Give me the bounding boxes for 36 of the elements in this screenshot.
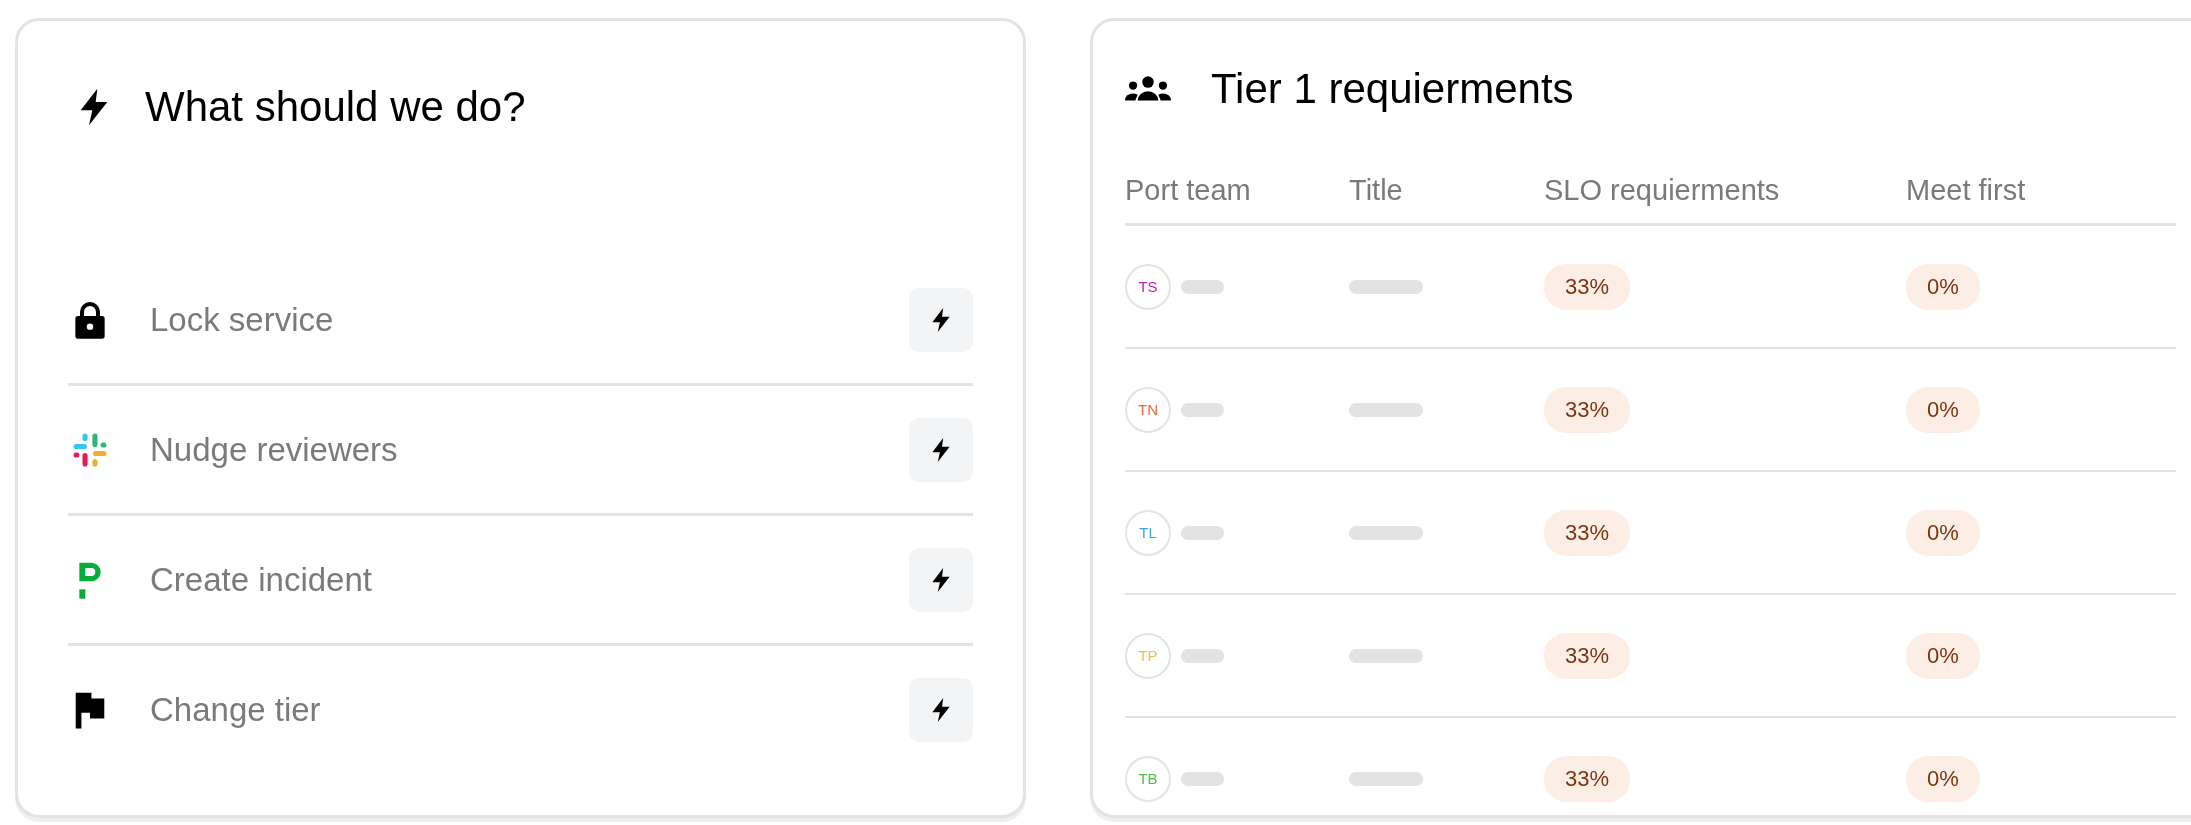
placeholder-bar — [1181, 771, 1224, 786]
placeholder-bar — [1181, 402, 1224, 417]
column-header: SLO requierments — [1544, 173, 1781, 207]
team-avatar: TN — [1125, 386, 1171, 433]
action-label: Create incident — [150, 560, 373, 599]
percent-badge: 33% — [1544, 755, 1631, 802]
placeholder-bar — [1181, 525, 1224, 540]
card-title: Tier 1 requierments — [1211, 65, 1574, 113]
action-label: Change tier — [150, 690, 322, 729]
percent-badge: 33% — [1544, 386, 1631, 433]
percent-badge: 33% — [1544, 632, 1631, 679]
column-header: Meet first — [1906, 173, 2027, 207]
percent-badge: 0% — [1906, 632, 1980, 679]
action-label: Lock service — [150, 300, 335, 339]
run-button[interactable] — [909, 547, 973, 612]
run-button[interactable] — [909, 677, 973, 742]
placeholder-bar — [1181, 648, 1224, 663]
card-title: What should we do? — [145, 83, 526, 131]
team-avatar: TS — [1125, 263, 1171, 310]
percent-badge: 33% — [1544, 263, 1631, 310]
team-avatar: TP — [1125, 632, 1171, 679]
team-avatar: TL — [1125, 509, 1171, 556]
percent-badge: 0% — [1906, 263, 1980, 310]
people-icon — [1125, 75, 1171, 103]
action-label: Nudge reviewers — [150, 430, 399, 469]
run-button[interactable] — [909, 287, 973, 352]
team-avatar: TB — [1125, 755, 1171, 802]
placeholder-bar — [1181, 279, 1224, 294]
percent-badge: 0% — [1906, 509, 1980, 556]
percent-badge: 0% — [1906, 386, 1980, 433]
column-header: Port team — [1125, 173, 1252, 207]
column-header: Title — [1349, 173, 1404, 207]
percent-badge: 33% — [1544, 509, 1631, 556]
lock-icon — [72, 299, 108, 340]
run-button[interactable] — [909, 417, 973, 482]
percent-badge: 0% — [1906, 755, 1980, 802]
